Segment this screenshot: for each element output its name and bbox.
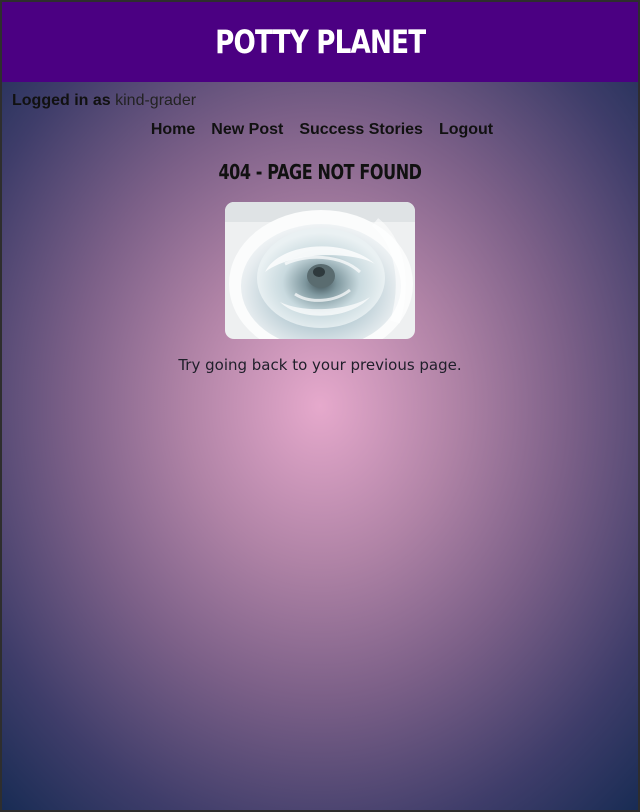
nav-new-post-link[interactable]: New Post [211, 121, 283, 139]
flushing-toilet-image [225, 202, 415, 339]
login-label: Logged in as [12, 92, 111, 109]
site-title: POTTY PLANET [214, 23, 426, 61]
nav-home-link[interactable]: Home [151, 121, 195, 139]
site-header: POTTY PLANET [2, 2, 638, 82]
error-message: Try going back to your previous page. [178, 356, 462, 374]
page-frame: POTTY PLANET Logged in as kind-grader Ho… [0, 0, 640, 812]
main-nav: Home New Post Success Stories Logout [2, 121, 638, 139]
nav-success-stories-link[interactable]: Success Stories [299, 121, 423, 139]
page-title: 404 - PAGE NOT FOUND [218, 160, 422, 184]
nav-logout-link[interactable]: Logout [439, 121, 493, 139]
image-container [2, 202, 638, 339]
login-username: kind-grader [115, 92, 197, 109]
login-status: Logged in as kind-grader [2, 82, 638, 110]
